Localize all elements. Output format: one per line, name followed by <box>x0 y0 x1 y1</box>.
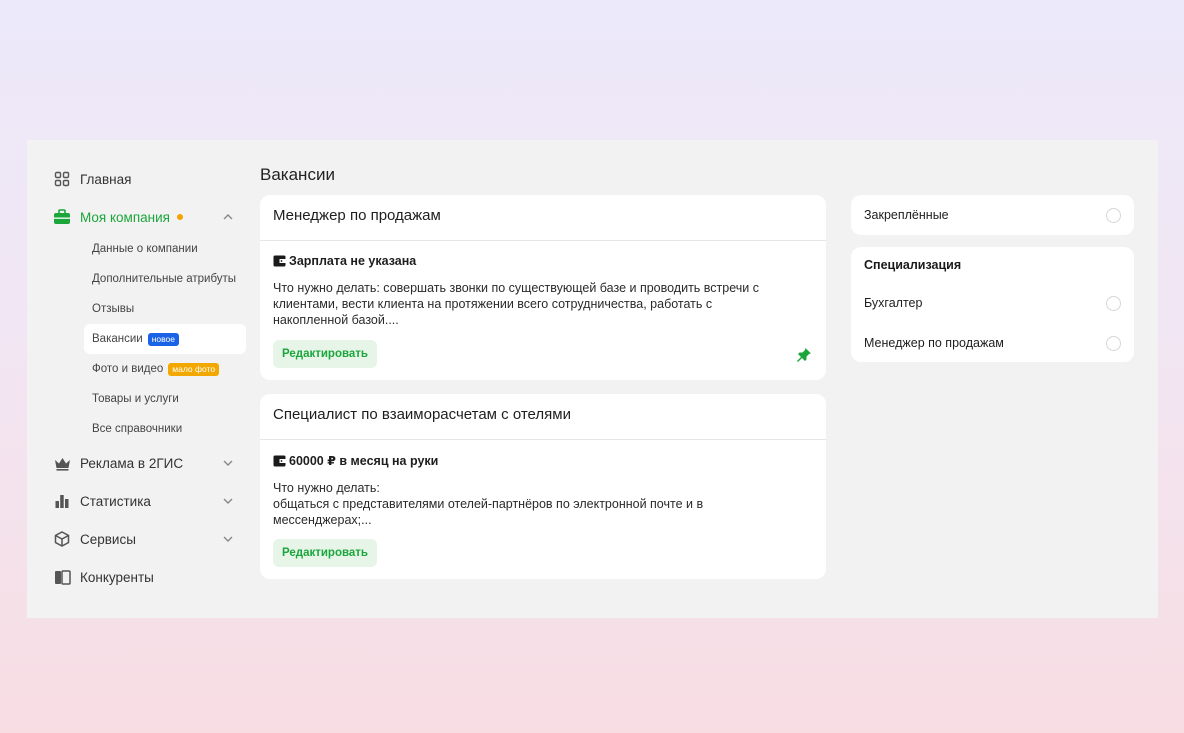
sub-item-vacancies[interactable]: Вакансии новое <box>84 324 246 354</box>
wallet-icon <box>273 255 286 267</box>
vacancy-card[interactable]: Специалист по взаиморасчетам с отелями 6… <box>260 394 826 579</box>
pin-icon[interactable] <box>796 347 812 363</box>
vacancy-salary-text: 60000 ₽ в месяц на руки <box>289 454 439 468</box>
vacancy-salary: 60000 ₽ в месяц на руки <box>273 453 813 468</box>
sub-item-label: Товары и услуги <box>92 393 179 405</box>
cube-icon <box>52 529 72 549</box>
page-title: Вакансии <box>260 165 335 184</box>
pinned-filter[interactable]: Закреплённые <box>851 195 1134 235</box>
nav-competitors-label: Конкуренты <box>80 569 154 585</box>
main-panel: Главная Моя компания Данные о компании Д… <box>27 140 1158 618</box>
briefcase-icon <box>52 207 72 227</box>
nav-stats[interactable]: Статистика <box>47 482 237 520</box>
sub-item-label: Все справочники <box>92 423 183 435</box>
sub-item-reviews[interactable]: Отзывы <box>84 294 237 324</box>
nav-stats-label: Статистика <box>80 493 151 509</box>
specialization-option-label: Бухгалтер <box>864 296 923 310</box>
nav-ads[interactable]: Реклама в 2ГИС <box>47 444 237 482</box>
nav-services[interactable]: Сервисы <box>47 520 237 558</box>
vacancy-salary: Зарплата не указана <box>273 254 813 268</box>
sub-item-extra-attributes[interactable]: Дополнительные атрибуты <box>84 264 237 294</box>
vacancy-description: Что нужно делать: совершать звонки по су… <box>273 281 759 327</box>
nav-home[interactable]: Главная <box>47 160 237 198</box>
sub-item-label: Данные о компании <box>92 243 198 255</box>
sidebar: Главная Моя компания Данные о компании Д… <box>47 160 246 596</box>
vacancy-title[interactable]: Менеджер по продажам <box>260 195 826 241</box>
chevron-down-icon[interactable] <box>221 456 235 470</box>
specialization-filter: Специализация Бухгалтер Менеджер по прод… <box>851 247 1134 362</box>
chevron-down-icon[interactable] <box>221 532 235 546</box>
nav-my-company[interactable]: Моя компания <box>47 198 237 236</box>
new-badge: новое <box>147 332 179 346</box>
sub-item-label: Фото и видео <box>92 363 164 375</box>
chevron-up-icon[interactable] <box>221 210 235 224</box>
nav-my-company-label: Моя компания <box>80 209 170 225</box>
edit-button[interactable]: Редактировать <box>273 539 377 567</box>
sub-item-goods-services[interactable]: Товары и услуги <box>84 384 237 414</box>
nav-ads-label: Реклама в 2ГИС <box>80 455 184 471</box>
specialization-option[interactable]: Бухгалтер <box>851 283 1134 323</box>
specialization-option[interactable]: Менеджер по продажам <box>851 323 1134 363</box>
edit-button[interactable]: Редактировать <box>273 340 377 368</box>
sub-item-photo-video[interactable]: Фото и видео мало фото <box>84 354 237 384</box>
pinned-filter-label: Закреплённые <box>864 208 949 222</box>
vacancy-card[interactable]: Менеджер по продажам Зарплата не указана… <box>260 195 826 380</box>
crown-icon <box>52 453 72 473</box>
specialization-title: Специализация <box>864 258 962 272</box>
specialization-radio[interactable] <box>1106 335 1121 351</box>
chevron-down-icon[interactable] <box>221 494 235 508</box>
pinned-filter-row[interactable]: Закреплённые <box>851 195 1134 235</box>
pinned-radio[interactable] <box>1106 207 1121 223</box>
sub-item-company-data[interactable]: Данные о компании <box>84 234 237 264</box>
grid-icon <box>52 169 72 189</box>
nav-services-label: Сервисы <box>80 531 136 547</box>
sub-item-label: Дополнительные атрибуты <box>92 273 237 285</box>
vacancy-salary-text: Зарплата не указана <box>289 254 417 268</box>
specialization-radio[interactable] <box>1106 295 1121 311</box>
sub-item-label: Отзывы <box>92 303 135 315</box>
bar-chart-icon <box>52 491 72 511</box>
nav-competitors[interactable]: Конкуренты <box>47 558 237 596</box>
vacancy-title[interactable]: Специалист по взаиморасчетам с отелями <box>260 394 826 440</box>
sub-item-all-directories[interactable]: Все справочники <box>84 414 237 444</box>
my-company-submenu: Данные о компании Дополнительные атрибут… <box>84 234 246 444</box>
notification-dot <box>176 213 183 220</box>
competitors-icon <box>52 567 72 587</box>
few-photos-badge: мало фото <box>168 362 220 376</box>
nav-home-label: Главная <box>80 171 132 187</box>
specialization-option-label: Менеджер по продажам <box>864 336 1004 350</box>
vacancy-description: Что нужно делать: общаться с представите… <box>273 481 704 527</box>
sub-item-label: Вакансии <box>92 333 143 345</box>
wallet-icon <box>273 455 286 466</box>
